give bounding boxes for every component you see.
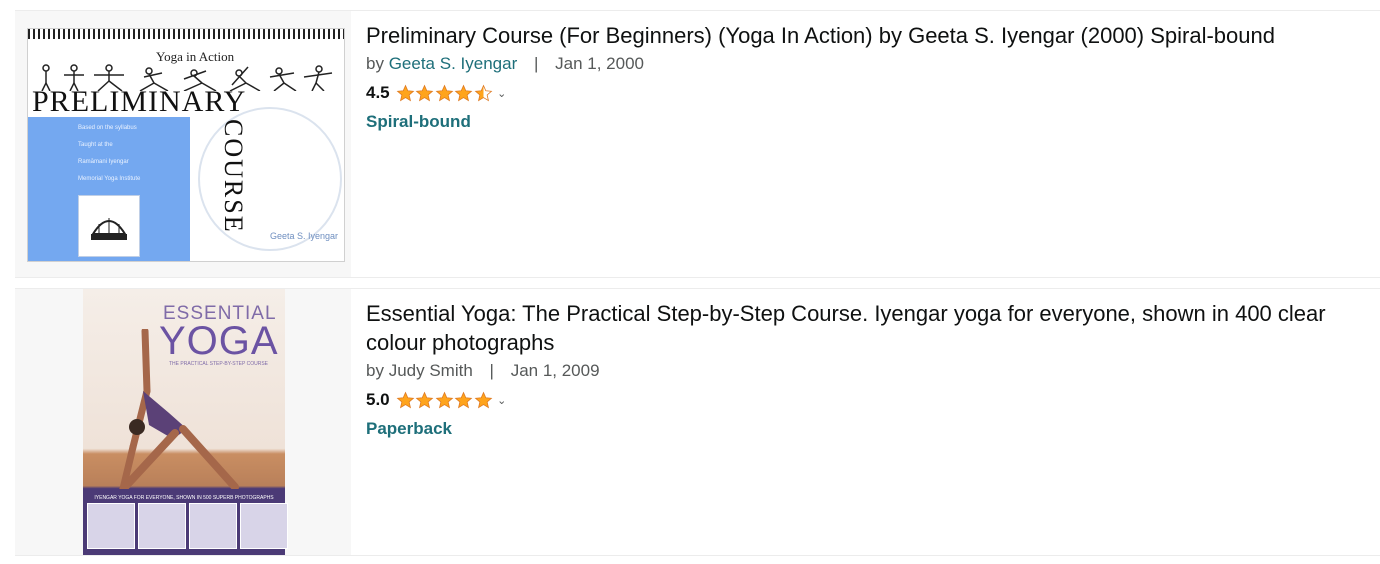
institute-logo: [78, 195, 140, 257]
star-icon: [415, 391, 434, 408]
rating-row: 4.5 ⌄: [366, 78, 1380, 108]
cover-blue-text: Based on the syllabus: [78, 125, 137, 131]
publish-date: Jan 1, 2000: [555, 54, 644, 73]
search-results: Yoga in Action PRELIMINARY Based on the …: [0, 0, 1380, 564]
rating-value: 4.5: [366, 83, 390, 102]
yoga-pose-photo: [119, 329, 239, 489]
star-icon: [435, 84, 454, 101]
byline: by Judy Smith | Jan 1, 2009: [366, 359, 1380, 383]
cover-blue-text: Memorial Yoga Institute: [78, 176, 141, 182]
author-link[interactable]: Geeta S. Iyengar: [389, 54, 518, 73]
star-icon: [474, 391, 493, 408]
chevron-down-icon[interactable]: ⌄: [497, 394, 506, 407]
result-details: Essential Yoga: The Practical Step-by-St…: [351, 289, 1380, 555]
by-label: by: [366, 361, 384, 380]
cover-author: Geeta S. Iyengar: [269, 231, 338, 241]
star-icon: [454, 84, 473, 101]
cover-blue-text: Taught at the: [78, 142, 113, 148]
result-details: Preliminary Course (For Beginners) (Yoga…: [351, 11, 1380, 277]
star-rating[interactable]: [396, 84, 494, 103]
product-image[interactable]: Yoga in Action PRELIMINARY Based on the …: [15, 11, 351, 277]
rating-row: 5.0 ⌄: [366, 385, 1380, 415]
star-icon: [396, 391, 415, 408]
product-image[interactable]: ESSENTIAL YOGA THE PRACTICAL STEP-BY-STE…: [15, 289, 351, 555]
cover-thumbnails: [87, 503, 288, 549]
result-item: ESSENTIAL YOGA THE PRACTICAL STEP-BY-STE…: [15, 288, 1380, 556]
star-icon: [435, 391, 454, 408]
cover-blue-text: Ramāmani Iyengar: [78, 159, 129, 165]
byline: by Geeta S. Iyengar | Jan 1, 2000: [366, 52, 1380, 76]
star-rating[interactable]: [396, 391, 494, 410]
cover-subtitle: COURSE: [219, 119, 248, 234]
cover-title: PRELIMINARY: [32, 85, 247, 118]
spiral-binding: [28, 29, 344, 39]
by-label: by: [366, 54, 384, 73]
separator: |: [533, 54, 539, 73]
result-item: Yoga in Action PRELIMINARY Based on the …: [15, 10, 1380, 278]
cover-band-text: IYENGAR YOGA FOR EVERYONE, SHOWN IN 500 …: [94, 495, 274, 501]
product-title[interactable]: Preliminary Course (For Beginners) (Yoga…: [366, 21, 1380, 50]
author-name: Judy Smith: [388, 361, 473, 380]
book-cover: ESSENTIAL YOGA THE PRACTICAL STEP-BY-STE…: [83, 289, 288, 555]
cover-blue-panel: Based on the syllabus Taught at the Ramā…: [28, 117, 190, 261]
cover-thumbnail: [240, 503, 288, 549]
star-icon: [454, 391, 473, 408]
cover-thumbnail: [87, 503, 135, 549]
format-link[interactable]: Paperback: [366, 415, 1380, 443]
star-icon: [396, 84, 415, 101]
chevron-down-icon[interactable]: ⌄: [497, 87, 506, 100]
product-title[interactable]: Essential Yoga: The Practical Step-by-St…: [366, 299, 1380, 357]
star-icon: [415, 84, 434, 101]
cover-thumbnail: [138, 503, 186, 549]
separator: |: [489, 361, 494, 380]
format-link[interactable]: Spiral-bound: [366, 108, 1380, 136]
publish-date: Jan 1, 2009: [510, 361, 600, 380]
book-cover: Yoga in Action PRELIMINARY Based on the …: [27, 28, 345, 262]
cover-thumbnail: [189, 503, 237, 549]
rating-value: 5.0: [366, 390, 390, 409]
star-half-icon: [474, 84, 493, 101]
